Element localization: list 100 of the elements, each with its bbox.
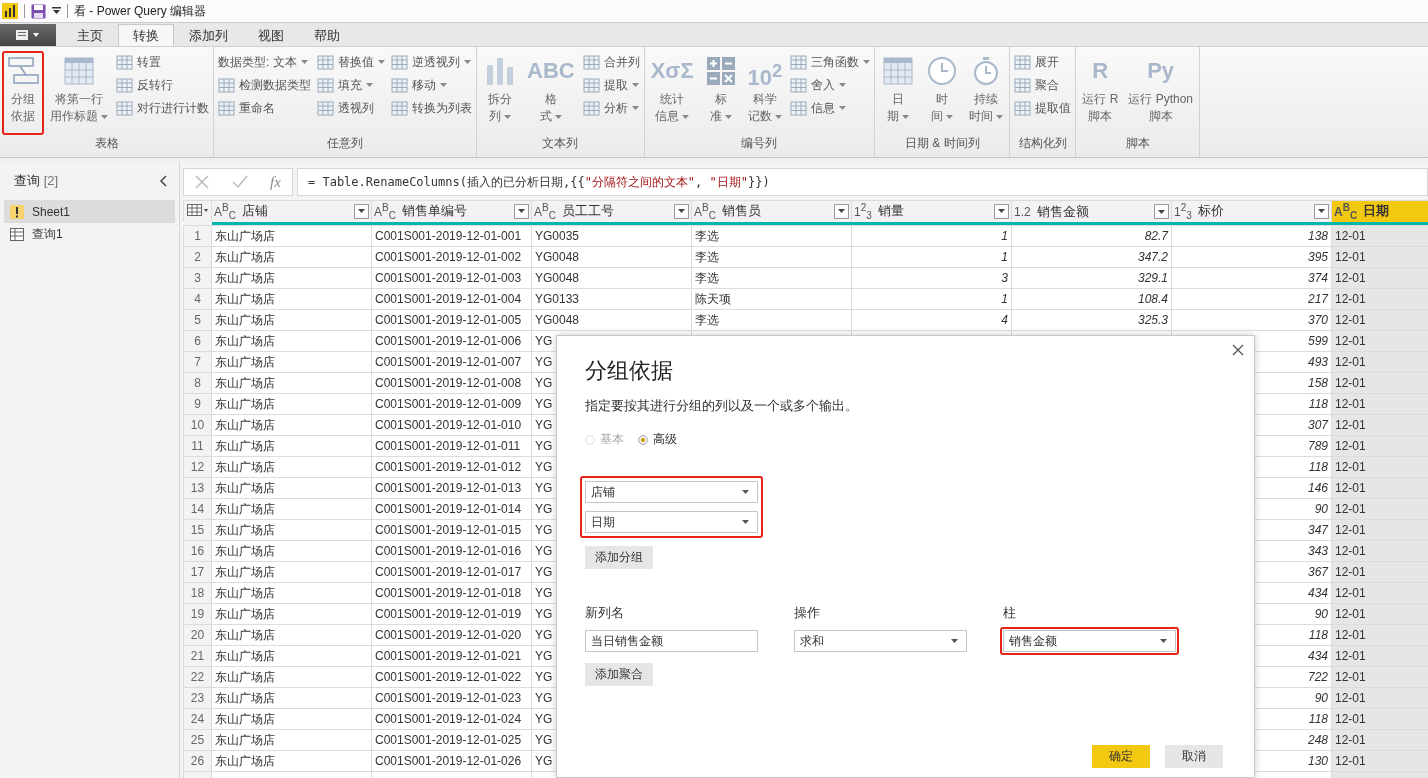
save-icon[interactable] <box>31 3 46 19</box>
table-cell: 李选 <box>695 228 719 243</box>
filter-button[interactable] <box>354 204 369 219</box>
dropdown-field[interactable]: 求和 <box>794 630 967 652</box>
table-cell: C001S001-2019-12-01-004 <box>375 292 522 306</box>
table-icon <box>790 100 808 116</box>
glyph-icon: XσΣ <box>650 55 694 87</box>
ribbon-button[interactable]: 分析 <box>580 97 642 119</box>
query-item[interactable]: 查询1 <box>4 223 175 246</box>
dropdown-field[interactable]: 销售金额 <box>1003 630 1176 652</box>
radio-option[interactable]: 高级 <box>638 431 677 448</box>
type-label[interactable]: 1.2 <box>1014 204 1031 219</box>
column-dropdown[interactable]: 店铺 <box>585 481 758 503</box>
glyph-icon: ABC <box>527 55 575 87</box>
table-icon <box>62 55 96 87</box>
table-cell: 1 <box>1001 292 1008 306</box>
dialog-button[interactable]: 取消 <box>1165 745 1223 768</box>
filter-button[interactable] <box>1154 204 1169 219</box>
ribbon-button[interactable]: 重命名 <box>216 97 313 119</box>
ribbon-button[interactable]: 聚合 <box>1012 74 1074 96</box>
table-cell: 12-01 <box>1335 754 1366 768</box>
column-header[interactable]: A$^{B}$$_{C}$ 员工工号 <box>531 200 692 222</box>
column-header[interactable]: A$^{B}$$_{C}$ 日期 <box>1331 200 1428 222</box>
table-menu-icon[interactable] <box>186 204 209 216</box>
ribbon-tab[interactable]: 主页 <box>62 24 118 46</box>
add-aggregation-button[interactable]: 添加聚合 <box>585 663 653 686</box>
ribbon-button[interactable]: 数据类型: 文本 <box>216 51 313 73</box>
table-icon <box>218 77 235 93</box>
ribbon-button[interactable]: 反转行 <box>114 74 211 96</box>
table-icon <box>391 100 408 116</box>
filter-button[interactable] <box>1314 204 1329 219</box>
ribbon-button[interactable]: 转置 <box>114 51 211 73</box>
column-name: 销售单编号 <box>401 202 468 221</box>
formula-field[interactable]: = Table.RenameColumns(插入的已分析日期,{{"分隔符之间的文本", "日期"}}) <box>297 168 1428 196</box>
ribbon-button[interactable]: 展开 <box>1012 51 1074 73</box>
ribbon-button[interactable]: XσΣ 统计 信息 <box>646 51 698 135</box>
check-icon[interactable] <box>231 175 248 189</box>
ribbon-button[interactable]: 时 间 <box>921 51 964 135</box>
ribbon-button[interactable]: 将第一行 用作标题 <box>46 51 112 135</box>
ribbon-button[interactable]: 合并列 <box>580 51 642 73</box>
ribbon-button[interactable]: 替换值 <box>315 51 387 73</box>
ribbon-button[interactable]: 10$^{2}$ 科学 记数 <box>743 51 787 135</box>
ribbon-button[interactable]: 检测数据类型 <box>216 74 313 96</box>
caret-icon <box>464 60 471 64</box>
ribbon-button[interactable]: 填充 <box>315 74 387 96</box>
ribbon-button[interactable]: 标 准 <box>699 51 742 135</box>
ribbon-tab[interactable]: 转换 <box>118 24 174 46</box>
table-cell: YG <box>535 607 553 621</box>
ribbon-button[interactable]: 信息 <box>788 97 873 119</box>
ribbon-button[interactable]: 三角函数 <box>788 51 873 73</box>
ribbon-button[interactable]: 透视列 <box>315 97 387 119</box>
table-icon <box>1014 100 1032 116</box>
column-header[interactable]: A$^{B}$$_{C}$ 店铺 <box>211 200 372 222</box>
query-item[interactable]: Sheet1 <box>4 200 175 223</box>
ribbon-button[interactable]: 移动 <box>389 74 474 96</box>
dialog-description: 指定要按其进行分组的列以及一个或多个输出。 <box>585 398 858 415</box>
ribbon-button[interactable]: 提取 <box>580 74 642 96</box>
table-cell: 东山广场店 <box>215 669 275 684</box>
collapse-icon[interactable] <box>159 175 167 187</box>
ribbon-button[interactable]: Py 运行 Python 脚本 <box>1124 51 1197 135</box>
column-header[interactable]: 1$^{2}$$_{3}$ 销量 <box>851 200 1012 222</box>
column-header[interactable]: A$^{B}$$_{C}$ 销售单编号 <box>371 200 532 222</box>
ribbon-tab[interactable]: 添加列 <box>174 24 243 46</box>
ribbon-tab[interactable]: 帮助 <box>299 24 355 46</box>
row-number: 6 <box>183 330 212 352</box>
file-menu-button[interactable] <box>0 24 56 46</box>
ribbon-button[interactable]: R 运行 R 脚本 <box>1078 51 1123 135</box>
close-icon[interactable] <box>1232 344 1244 356</box>
column-header[interactable]: A$^{B}$$_{C}$ 销售员 <box>691 200 852 222</box>
ribbon-button[interactable]: 拆分 列 <box>479 51 521 135</box>
ribbon-button[interactable]: 分组 依据 <box>2 51 44 135</box>
ribbon-button[interactable]: 转换为列表 <box>389 97 474 119</box>
ribbon-button[interactable]: 逆透视列 <box>389 51 474 73</box>
caret-icon[interactable] <box>52 7 61 15</box>
table-icon <box>391 54 408 70</box>
ribbon-button[interactable]: ABC 格 式 <box>523 51 579 135</box>
column-dropdown[interactable]: 日期 <box>585 511 758 533</box>
ribbon-tab[interactable]: 视图 <box>243 24 299 46</box>
ribbon-button[interactable]: 对行进行计数 <box>114 97 211 119</box>
filter-button[interactable] <box>514 204 529 219</box>
filter-button[interactable] <box>674 204 689 219</box>
table-cell: 108.4 <box>1137 292 1168 306</box>
column-header[interactable]: 1$^{2}$$_{3}$ 标价 <box>1171 200 1332 222</box>
fx-button[interactable]: fx <box>269 173 281 191</box>
ribbon-button[interactable]: 舍入 <box>788 74 873 96</box>
add-group-button[interactable]: 添加分组 <box>585 546 653 569</box>
input-field[interactable]: 当日销售金额 <box>585 630 758 652</box>
table-cell: YG <box>535 376 553 390</box>
table-cell: 12-01 <box>1335 586 1366 600</box>
ribbon-button[interactable]: 提取值 <box>1012 97 1074 119</box>
caret-icon <box>998 209 1005 214</box>
ribbon-button[interactable]: 持续 时间 <box>965 51 1008 135</box>
column-header[interactable]: 1.2 销售金额 <box>1011 200 1172 222</box>
filter-button[interactable] <box>834 204 849 219</box>
ribbon-button[interactable]: 日 期 <box>877 51 920 135</box>
caret-icon <box>996 114 1004 119</box>
caret-icon <box>839 106 847 110</box>
filter-button[interactable] <box>994 204 1009 219</box>
dialog-button[interactable]: 确定 <box>1092 745 1150 768</box>
caret-icon <box>101 114 108 119</box>
